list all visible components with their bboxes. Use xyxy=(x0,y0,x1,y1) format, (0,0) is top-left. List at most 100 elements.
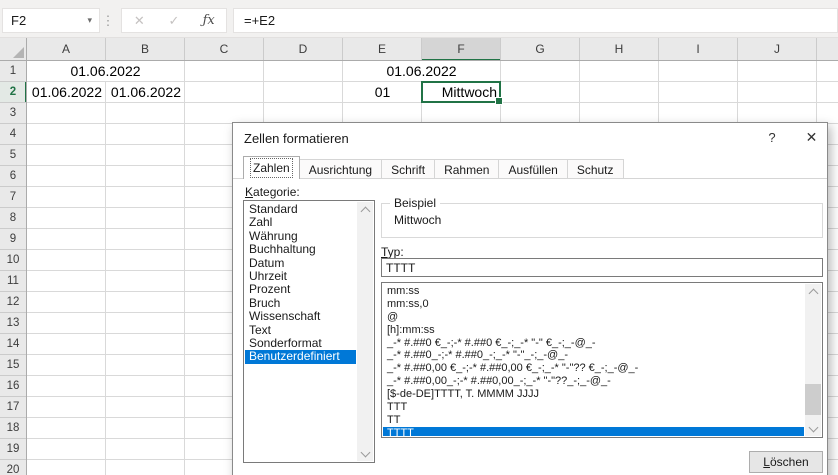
row-header-6[interactable]: 6 xyxy=(0,166,26,187)
column-header-a[interactable]: A xyxy=(27,38,106,60)
tab-label: Ausrichtung xyxy=(308,163,373,177)
cancel-icon[interactable]: ✕ xyxy=(122,13,157,29)
cell-e2[interactable]: 01 xyxy=(343,82,422,102)
help-icon[interactable]: ? xyxy=(764,130,780,145)
category-item-uhrzeit[interactable]: Uhrzeit xyxy=(245,269,356,283)
dialog-tabs: Zahlen Ausrichtung Schrift Rahmen Ausfüllen S… xyxy=(243,156,624,179)
type-label: Typ: xyxy=(381,245,404,259)
row-header-1[interactable]: 1 xyxy=(0,61,26,82)
scrollbar-thumb[interactable] xyxy=(805,384,821,415)
category-item-benutzerdefiniert[interactable]: Benutzerdefiniert xyxy=(245,349,356,364)
category-item-text[interactable]: Text xyxy=(245,323,356,337)
scroll-down-button[interactable] xyxy=(357,446,373,461)
column-header-e[interactable]: E xyxy=(343,38,422,60)
row-header-10[interactable]: 10 xyxy=(0,250,26,271)
category-listbox[interactable]: Standard Zahl Währung Buchhaltung Datum Uhrze… xyxy=(243,200,375,463)
tab-ausrichtung[interactable]: Ausrichtung xyxy=(299,159,383,179)
column-header-b[interactable]: B xyxy=(106,38,185,60)
category-item-zahl[interactable]: Zahl xyxy=(245,215,356,229)
column-header-i[interactable]: I xyxy=(659,38,738,60)
tab-rahmen[interactable]: Rahmen xyxy=(435,159,500,179)
format-code-item[interactable]: mm:ss xyxy=(383,285,804,298)
close-icon[interactable]: ✕ xyxy=(803,129,820,146)
row-header-18[interactable]: 18 xyxy=(0,418,26,439)
format-scrollbar[interactable] xyxy=(805,284,821,436)
format-code-item[interactable]: _-* #.##0_-;-* #.##0_-;_-* "-"_-;_-@_- xyxy=(383,349,804,362)
column-header-h[interactable]: H xyxy=(580,38,659,60)
example-value: Mittwoch xyxy=(394,213,442,227)
row-header-4[interactable]: 4 xyxy=(0,124,26,145)
row-header-11[interactable]: 11 xyxy=(0,271,26,292)
row-header-16[interactable]: 16 xyxy=(0,376,26,397)
format-cells-dialog: Zellen formatieren ? ✕ Zahlen Ausrichtung… xyxy=(232,122,828,475)
category-item-buchhaltung[interactable]: Buchhaltung xyxy=(245,242,356,256)
tab-ausf-llen[interactable]: Ausfüllen xyxy=(499,159,568,179)
row-header-9[interactable]: 9 xyxy=(0,229,26,250)
chevron-down-icon xyxy=(360,447,370,457)
tab-label: Zahlen xyxy=(250,158,293,178)
format-code-item[interactable]: mm:ss,0 xyxy=(383,298,804,311)
row-header-5[interactable]: 5 xyxy=(0,145,26,166)
format-code-listbox[interactable]: mm:ss mm:ss,0 @ [h]:mm:ss _-* #.##0 €_-;-* #… xyxy=(381,282,823,438)
row-header-15[interactable]: 15 xyxy=(0,355,26,376)
formula-buttons: ✕ ✓ ƒx xyxy=(121,8,227,33)
format-code-item[interactable]: @ xyxy=(383,311,804,324)
category-item-bruch[interactable]: Bruch xyxy=(245,296,356,310)
category-item-prozent[interactable]: Prozent xyxy=(245,282,356,296)
category-item-sonderformat[interactable]: Sonderformat xyxy=(245,336,356,350)
row-header-13[interactable]: 13 xyxy=(0,313,26,334)
column-header-g[interactable]: G xyxy=(501,38,580,60)
cell-a2[interactable]: 01.06.2022 xyxy=(27,82,106,102)
category-scrollbar[interactable] xyxy=(357,202,373,461)
row-header-12[interactable]: 12 xyxy=(0,292,26,313)
row-header-7[interactable]: 7 xyxy=(0,187,26,208)
category-items: Standard Zahl Währung Buchhaltung Datum Uhrze… xyxy=(245,203,356,461)
scroll-up-button[interactable] xyxy=(357,202,373,217)
column-header-j[interactable]: J xyxy=(738,38,817,60)
format-code-item[interactable]: [$-de-DE]TTTT, T. MMMM JJJJ xyxy=(383,388,804,401)
format-code-item[interactable]: _-* #.##0,00_-;-* #.##0,00_-;_-* "-"??_-… xyxy=(383,375,804,388)
column-header-d[interactable]: D xyxy=(264,38,343,60)
name-box[interactable]: F2 ▾ xyxy=(2,8,100,33)
format-code-item[interactable]: _-* #.##0,00 €_-;-* #.##0,00 €_-;_-* "-"… xyxy=(383,362,804,375)
column-header-c[interactable]: C xyxy=(185,38,264,60)
cell-e1-merged[interactable]: 01.06.2022 xyxy=(343,61,500,81)
category-item-w-hrung[interactable]: Währung xyxy=(245,229,356,243)
row-header-20[interactable]: 20 xyxy=(0,460,26,475)
row-header-2[interactable]: 2 xyxy=(0,82,26,103)
select-all-corner[interactable] xyxy=(0,38,27,61)
category-item-wissenschaft[interactable]: Wissenschaft xyxy=(245,309,356,323)
tab-zahlen[interactable]: Zahlen xyxy=(243,156,300,179)
category-item-standard[interactable]: Standard xyxy=(245,203,356,216)
delete-button[interactable]: Löschen xyxy=(749,451,823,473)
format-code-item[interactable]: [h]:mm:ss xyxy=(383,324,804,337)
type-input[interactable] xyxy=(381,258,823,277)
fill-handle[interactable] xyxy=(495,97,503,105)
cell-a1-merged[interactable]: 01.06.2022 xyxy=(27,61,184,81)
cell-b2[interactable]: 01.06.2022 xyxy=(106,82,185,102)
formula-bar[interactable]: =+E2 xyxy=(233,8,838,33)
format-code-item[interactable]: TTTT xyxy=(383,426,804,436)
row-header-17[interactable]: 17 xyxy=(0,397,26,418)
name-box-value: F2 xyxy=(11,13,27,28)
row-header-3[interactable]: 3 xyxy=(0,103,26,124)
row-header-8[interactable]: 8 xyxy=(0,208,26,229)
tab-schutz[interactable]: Schutz xyxy=(567,159,624,179)
separator-dots-icon[interactable]: ⋮ xyxy=(101,8,115,33)
scroll-up-button[interactable] xyxy=(805,284,821,299)
tab-schrift[interactable]: Schrift xyxy=(382,159,436,179)
category-item-datum[interactable]: Datum xyxy=(245,256,356,270)
row-header-19[interactable]: 19 xyxy=(0,439,26,460)
formula-text: =+E2 xyxy=(244,13,276,28)
scroll-down-button[interactable] xyxy=(805,421,821,436)
insert-function-icon[interactable]: ƒx xyxy=(191,13,226,28)
tab-label: Ausfüllen xyxy=(508,163,558,177)
format-code-item[interactable]: _-* #.##0 €_-;-* #.##0 €_-;_-* "-" €_-;_… xyxy=(383,337,804,350)
column-header-f[interactable]: F xyxy=(422,38,501,60)
format-code-item[interactable]: TT xyxy=(383,414,804,427)
column-header-k[interactable]: K xyxy=(817,38,838,60)
format-code-item[interactable]: TTT xyxy=(383,401,804,414)
row-header-14[interactable]: 14 xyxy=(0,334,26,355)
enter-icon[interactable]: ✓ xyxy=(157,13,192,29)
chevron-down-icon[interactable]: ▾ xyxy=(87,15,99,26)
